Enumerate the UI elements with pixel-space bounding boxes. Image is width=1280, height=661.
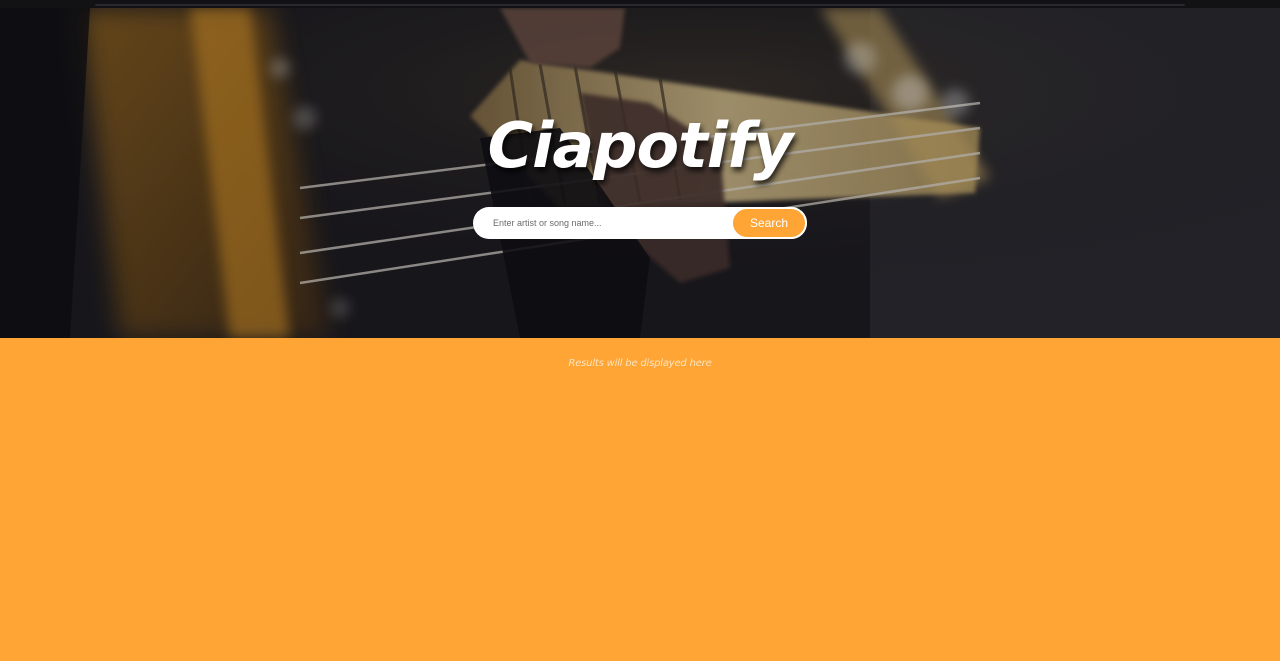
search-bar: Search <box>473 207 807 239</box>
results-section: Results will be displayed here <box>0 338 1280 661</box>
search-button[interactable]: Search <box>731 207 807 239</box>
app-title: Ciapotify <box>487 109 794 182</box>
hero-banner: Ciapotify Search <box>0 8 1280 338</box>
search-input[interactable] <box>483 207 733 239</box>
browser-top-bar <box>0 0 1280 8</box>
results-placeholder-text: Results will be displayed here <box>568 358 712 369</box>
top-bar-line <box>95 4 1185 6</box>
